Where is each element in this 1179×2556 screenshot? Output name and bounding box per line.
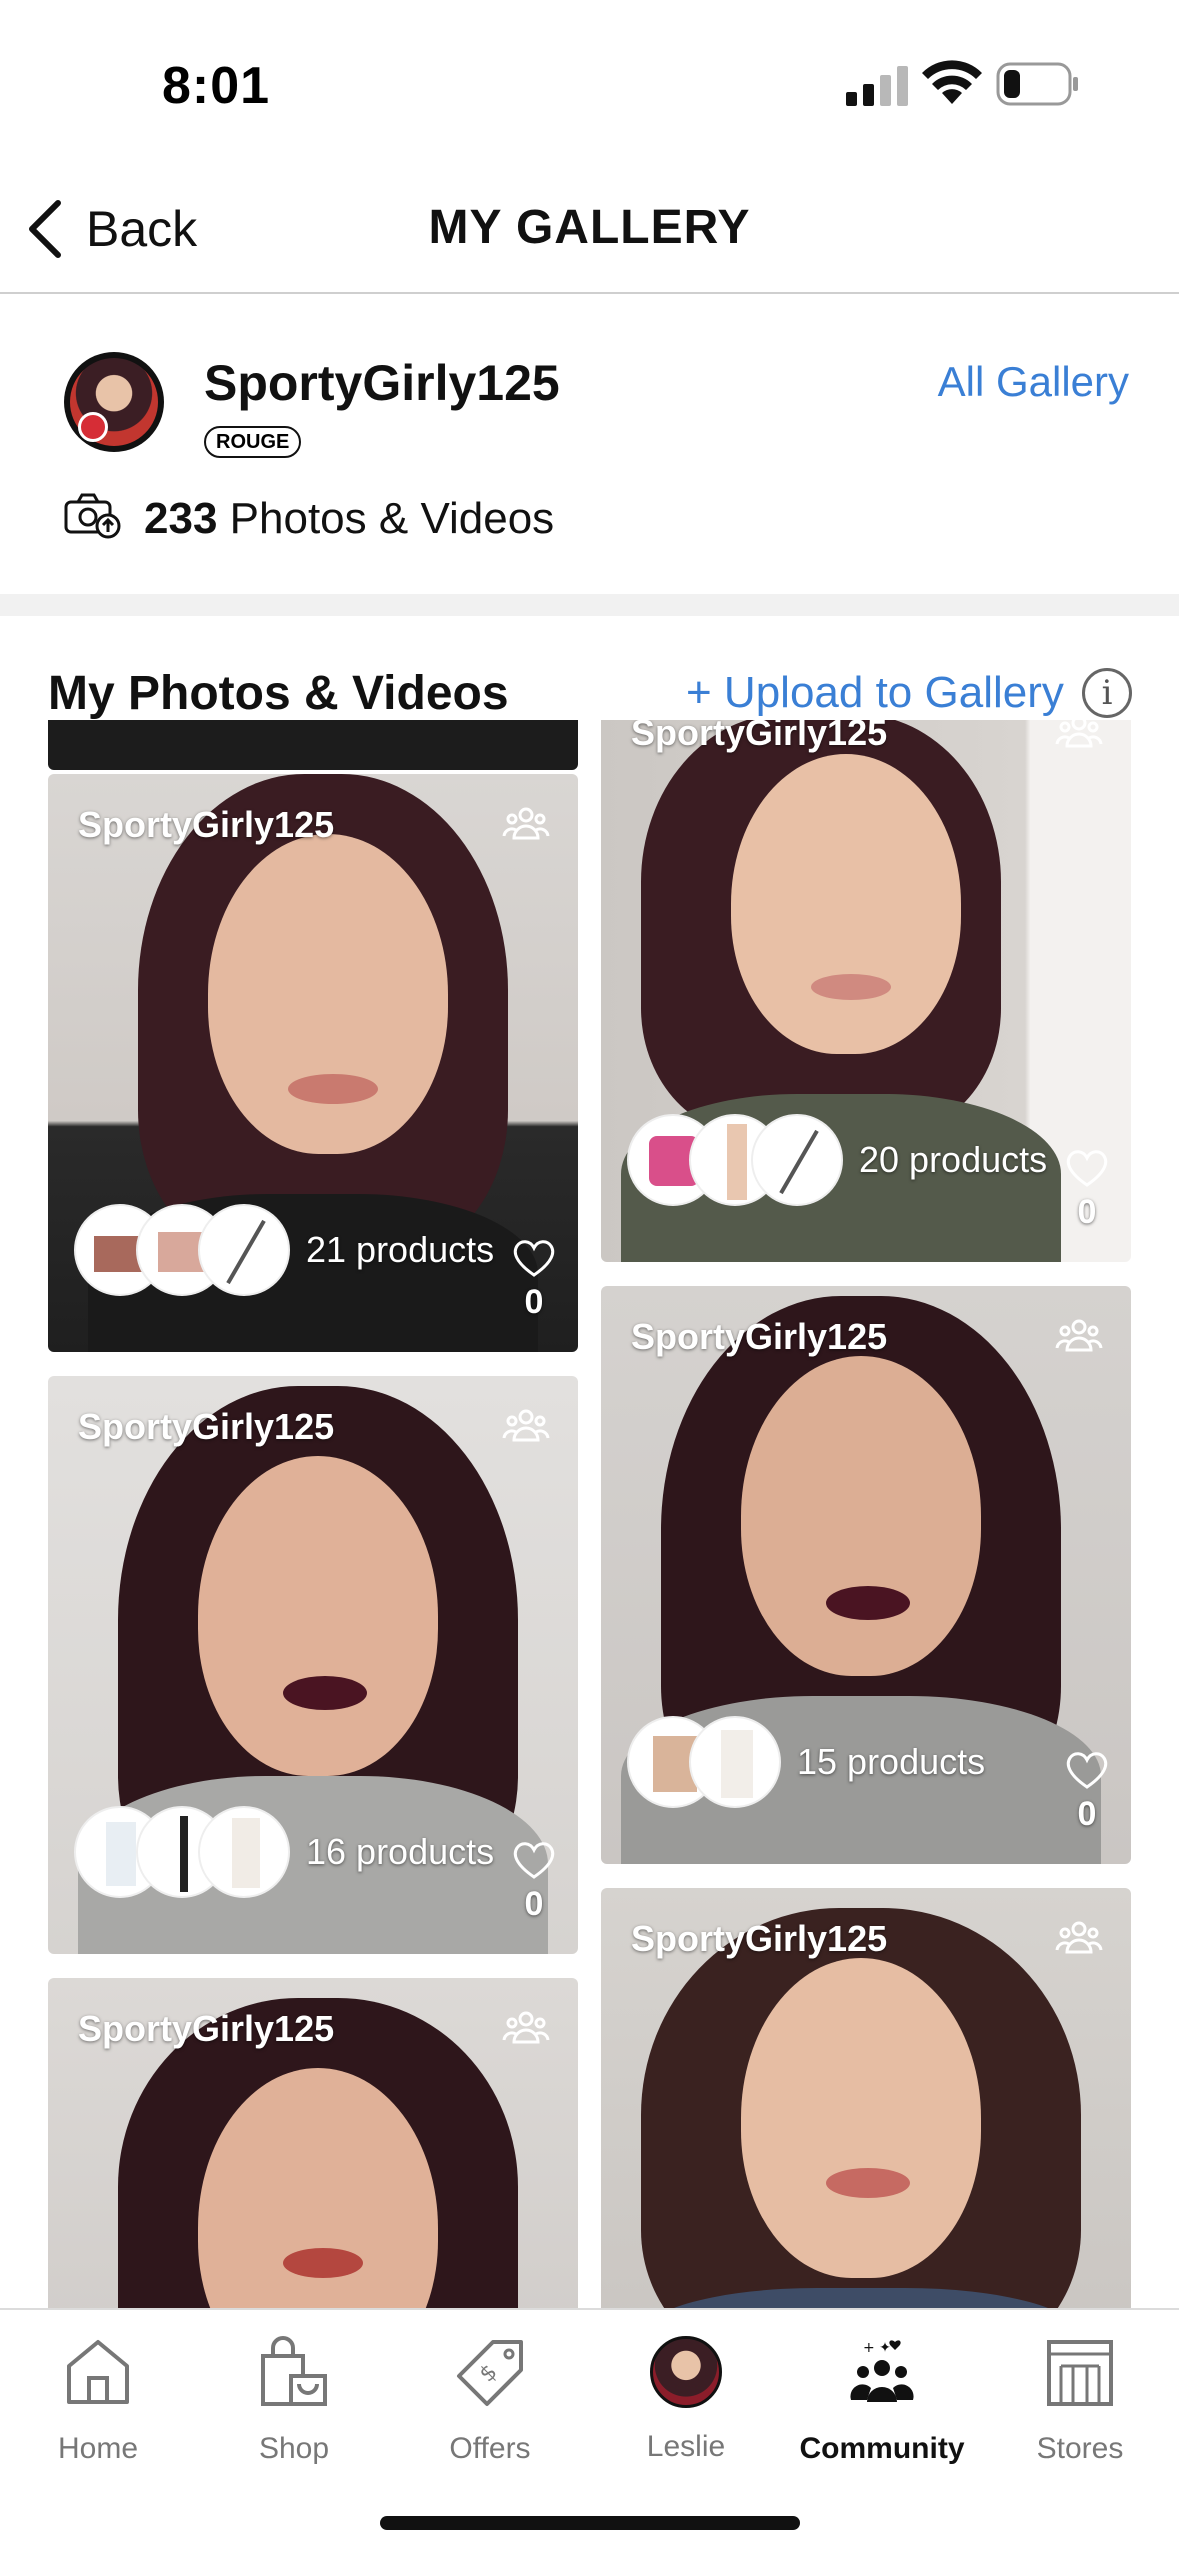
like-button[interactable]: 0 (1061, 1148, 1113, 1232)
shop-bag-icon (261, 2336, 327, 2406)
group-visibility-icon (1055, 720, 1103, 748)
gallery-header: My Photos & Videos + Upload to Gallery i (0, 616, 1179, 720)
upload-to-gallery-button[interactable]: + Upload to Gallery (686, 668, 1064, 718)
product-count: 15 products (797, 1741, 986, 1782)
gallery-card[interactable]: SportyGirly125 (48, 1978, 578, 2308)
svg-text:+ ✦: + ✦ (863, 2340, 891, 2356)
avatar[interactable] (64, 352, 164, 452)
gallery-card[interactable]: SportyGirly125 (601, 1888, 1131, 2308)
product-thumbnail (689, 1716, 781, 1808)
crown-badge-icon (78, 412, 108, 442)
group-visibility-icon (1055, 1319, 1103, 1352)
card-username: SportyGirly125 (631, 1918, 888, 1959)
product-thumbnail (198, 1204, 290, 1296)
all-gallery-link[interactable]: All Gallery (938, 358, 1129, 406)
heart-icon (1066, 1752, 1108, 1789)
cellular-signal-icon (846, 66, 908, 106)
tab-shop[interactable]: Shop (204, 2328, 384, 2478)
product-tags[interactable]: 21 products (74, 1204, 494, 1296)
battery-icon (996, 62, 1078, 106)
tab-label: Community (799, 2432, 965, 2465)
info-icon[interactable]: i (1082, 668, 1132, 718)
product-tags[interactable]: 15 products (627, 1716, 985, 1808)
tier-badge: ROUGE (204, 426, 302, 458)
product-tags[interactable]: 20 products (627, 1114, 1047, 1206)
like-count: 0 (524, 1283, 544, 1321)
product-thumbnail (751, 1114, 843, 1206)
card-username: SportyGirly125 (631, 1316, 888, 1357)
tab-label: Shop (258, 2432, 330, 2465)
like-count: 0 (1077, 1193, 1097, 1231)
wifi-icon (922, 60, 982, 104)
card-username: SportyGirly125 (78, 2008, 335, 2049)
tab-home[interactable]: Home (8, 2328, 188, 2478)
tab-stores[interactable]: Stores (990, 2328, 1170, 2478)
like-button[interactable]: 0 (508, 1840, 560, 1924)
heart-icon (513, 1240, 555, 1277)
media-count-number: 233 (144, 494, 218, 543)
page-title: MY GALLERY (428, 201, 751, 254)
offers-tag-icon: $ (457, 2340, 523, 2406)
heart-icon (513, 1842, 555, 1879)
group-visibility-icon (502, 2011, 550, 2044)
avatar (650, 2336, 722, 2408)
profile-username: SportyGirly125 (204, 355, 560, 411)
product-thumbnail (198, 1806, 290, 1898)
gallery-card[interactable]: SportyGirly125 20 products 0 (601, 720, 1131, 1262)
gallery-card[interactable]: SportyGirly125 21 products 0 (48, 774, 578, 1352)
tab-community[interactable]: + ✦ Community (792, 2328, 972, 2478)
svg-text:$: $ (475, 2360, 503, 2388)
section-divider (0, 594, 1179, 616)
like-count: 0 (524, 1885, 544, 1923)
profile-summary: SportyGirly125 ROUGE All Gallery 233 Pho… (0, 296, 1179, 594)
gallery-card[interactable]: SportyGirly125 16 products 0 (48, 1376, 578, 1954)
media-count-label: Photos & Videos (229, 494, 555, 543)
tab-label: Leslie (646, 2430, 726, 2463)
tab-label: Offers (449, 2432, 531, 2465)
camera-upload-icon (64, 493, 121, 539)
status-bar: 8:01 (0, 0, 1179, 160)
card-username: SportyGirly125 (631, 720, 888, 753)
community-icon: + ✦ (850, 2340, 914, 2402)
home-indicator (380, 2516, 800, 2530)
gallery-card-partial[interactable] (48, 720, 578, 770)
status-time: 8:01 (162, 57, 271, 115)
card-username: SportyGirly125 (78, 804, 335, 845)
stores-icon (1047, 2340, 1113, 2406)
heart-icon (1066, 1150, 1108, 1187)
product-count: 21 products (306, 1229, 495, 1270)
media-count: 233 Photos & Videos (144, 494, 554, 544)
gallery-title: My Photos & Videos (48, 667, 509, 720)
home-icon (67, 2340, 129, 2404)
product-tags[interactable]: 16 products (74, 1806, 494, 1898)
product-count: 16 products (306, 1831, 495, 1872)
tab-offers[interactable]: $ Offers (400, 2328, 580, 2478)
nav-bar: Back MY GALLERY (0, 160, 1179, 294)
card-username: SportyGirly125 (78, 1406, 335, 1447)
gallery-grid: SportyGirly125 21 products 0 SportyGirly… (0, 720, 1179, 2308)
tab-label: Stores (1036, 2432, 1124, 2465)
tab-label: Home (57, 2432, 139, 2465)
like-count: 0 (1077, 1795, 1097, 1833)
group-visibility-icon (502, 807, 550, 840)
product-count: 20 products (859, 1139, 1048, 1180)
group-visibility-icon (502, 1409, 550, 1442)
like-button[interactable]: 0 (508, 1238, 560, 1322)
group-visibility-icon (1055, 1921, 1103, 1954)
like-button[interactable]: 0 (1061, 1750, 1113, 1834)
tab-profile[interactable]: Leslie (596, 2328, 776, 2478)
gallery-card[interactable]: SportyGirly125 15 products 0 (601, 1286, 1131, 1864)
